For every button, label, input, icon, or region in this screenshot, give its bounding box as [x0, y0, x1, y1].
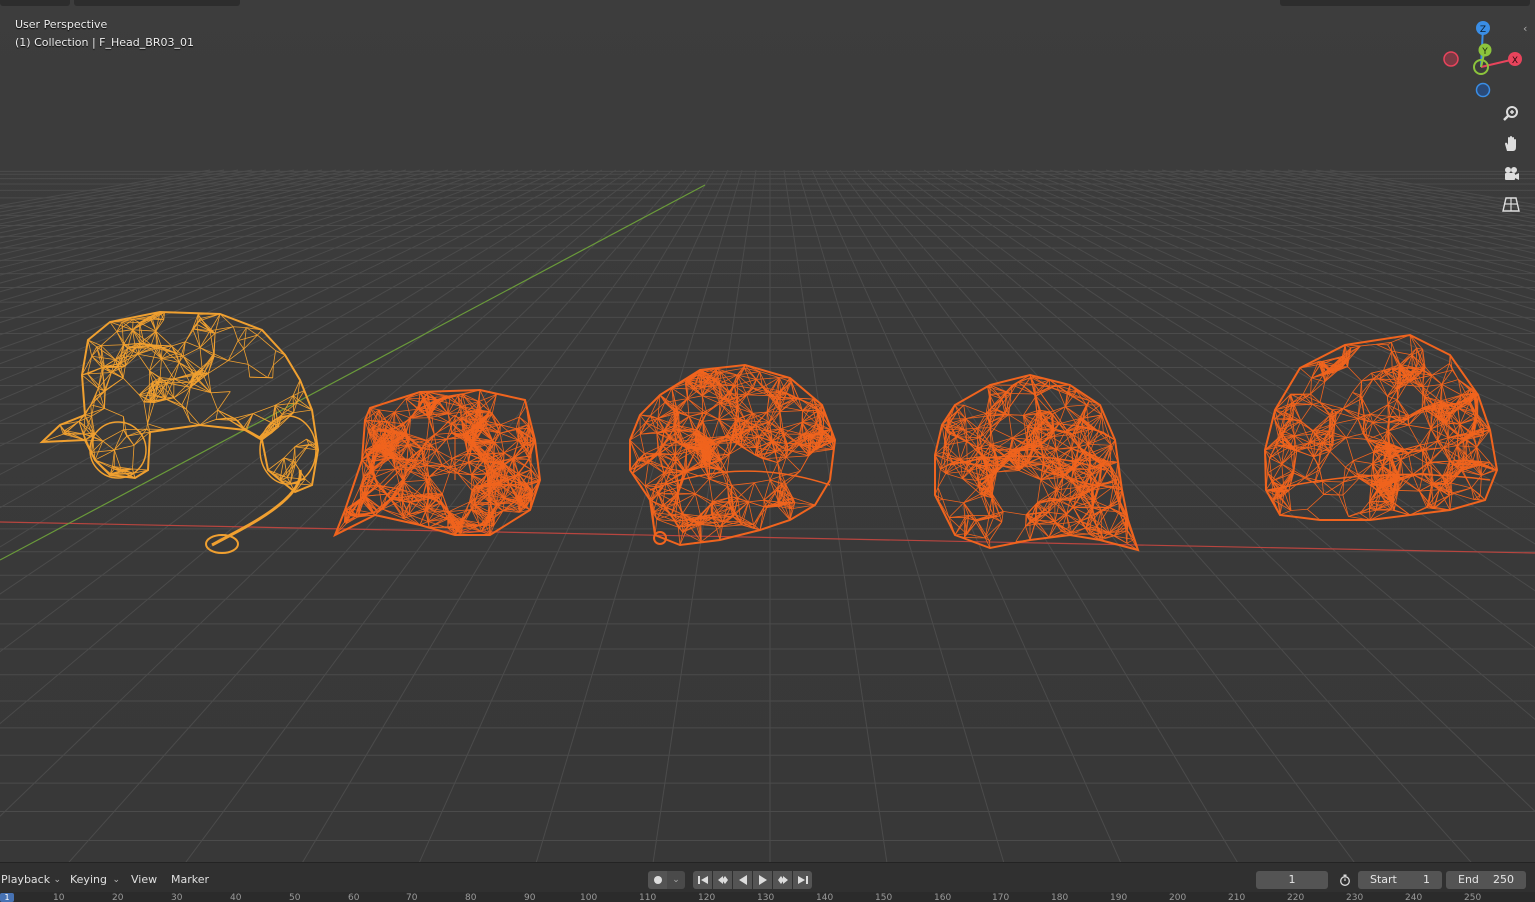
- timeline-editor[interactable]: Playback ⌄ Keying ⌄ View Marker ⌄: [0, 862, 1535, 902]
- baseball-cap-wireframe[interactable]: [935, 375, 1138, 550]
- zoom-icon[interactable]: [1497, 100, 1525, 128]
- start-label: Start: [1370, 871, 1397, 889]
- hand-pan-icon[interactable]: [1497, 130, 1525, 158]
- playback-menu[interactable]: Playback ⌄: [1, 871, 63, 889]
- jump-end-icon: [797, 874, 809, 886]
- keying-menu-label: Keying: [70, 873, 107, 886]
- chevron-down-icon: ⌄: [112, 871, 120, 889]
- record-options-button[interactable]: ⌄: [667, 871, 685, 889]
- next-keyframe-icon: [777, 874, 789, 886]
- chevron-down-icon: ⌄: [53, 871, 61, 889]
- next-keyframe-button[interactable]: [773, 871, 792, 889]
- flat-cap-wireframe[interactable]: [335, 390, 540, 535]
- collection-info-label: (1) Collection | F_Head_BR03_01: [15, 36, 194, 49]
- round-cap-wireframe[interactable]: [630, 365, 835, 545]
- stopwatch-icon[interactable]: [1335, 871, 1354, 889]
- start-value: 1: [1423, 871, 1430, 889]
- gizmo-neg-z-icon[interactable]: [1477, 84, 1490, 97]
- keying-menu[interactable]: Keying ⌄: [70, 871, 122, 889]
- play-reverse-button[interactable]: [733, 871, 752, 889]
- timeline-header: Playback ⌄ Keying ⌄ View Marker ⌄: [0, 867, 1535, 891]
- end-value: 250: [1493, 871, 1514, 889]
- end-label: End: [1458, 871, 1479, 889]
- header-tools-strip[interactable]: [1280, 0, 1530, 6]
- play-reverse-icon: [737, 874, 749, 886]
- record-icon: [652, 874, 664, 886]
- floor-grid: [0, 170, 1535, 862]
- view-name-label: User Perspective: [15, 18, 107, 31]
- jump-start-button[interactable]: [693, 871, 712, 889]
- view-menu[interactable]: View: [131, 871, 157, 889]
- play-button[interactable]: [753, 871, 772, 889]
- jump-end-button[interactable]: [793, 871, 812, 889]
- gizmo-neg-x-icon[interactable]: [1444, 52, 1458, 66]
- camera-icon[interactable]: [1497, 160, 1525, 188]
- navigation-gizmo[interactable]: Y X Z: [1435, 18, 1535, 103]
- grid-ortho-icon[interactable]: [1497, 190, 1525, 218]
- prev-keyframe-button[interactable]: [713, 871, 732, 889]
- play-icon: [757, 874, 769, 886]
- beanie-cap-wireframe[interactable]: [1265, 335, 1497, 520]
- jump-start-icon: [697, 874, 709, 886]
- chevron-down-icon: ⌄: [672, 875, 680, 885]
- playback-menu-label: Playback: [1, 873, 50, 886]
- editor-type-strip[interactable]: [0, 0, 70, 6]
- start-frame-field[interactable]: Start 1: [1358, 871, 1442, 889]
- end-frame-field[interactable]: End 250: [1446, 871, 1526, 889]
- viewport-scene[interactable]: [0, 0, 1535, 862]
- 3d-viewport[interactable]: User Perspective (1) Collection | F_Head…: [0, 0, 1535, 862]
- record-button[interactable]: [648, 871, 667, 889]
- marker-menu[interactable]: Marker: [171, 871, 209, 889]
- prev-keyframe-icon: [717, 874, 729, 886]
- current-frame-field[interactable]: 1: [1256, 871, 1328, 889]
- header-menu-strip[interactable]: [74, 0, 240, 6]
